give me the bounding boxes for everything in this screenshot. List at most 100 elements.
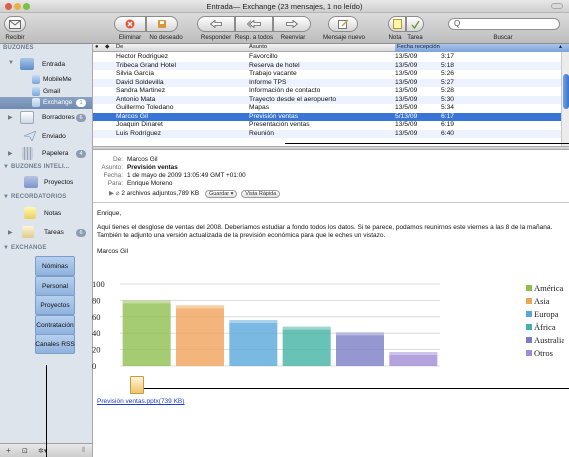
window-title: Entrada— Exchange (23 mensajes, 1 no leí…	[206, 2, 363, 11]
bar-highlight	[282, 326, 331, 330]
message-subject: Mapas	[249, 104, 270, 111]
folder-label-projects[interactable]: Proyectos	[25, 302, 85, 309]
sidebar-item-smart-projects[interactable]: Proyectos	[0, 174, 92, 190]
add-mailbox-button[interactable]: +	[6, 446, 11, 455]
message-row[interactable]: Guillermo Toledano Mapas 13/5/09 5:34	[93, 104, 561, 113]
paperclip-icon: ⌀	[115, 190, 120, 197]
message-row[interactable]: David Soldevilla Informe TPS 13/5/09 5:27	[93, 78, 561, 87]
attachment-column-header[interactable]: ◆	[105, 44, 109, 50]
bar-highlight	[336, 332, 384, 336]
gmail-icon	[32, 87, 40, 96]
delete-button[interactable]	[114, 16, 146, 32]
message-row[interactable]: Luis Rodríguez Reunión 13/5/09 6:40	[93, 129, 561, 138]
message-time: 5:27	[441, 78, 455, 86]
attachment-link[interactable]: Previsión ventas.pptx(739 KB)	[97, 398, 184, 405]
from-column-header[interactable]: De	[116, 44, 123, 50]
compose-icon	[337, 19, 348, 29]
reply-button[interactable]	[197, 16, 235, 32]
message-row[interactable]: Antonio Mata Trayecto desde el aeropuerto…	[93, 95, 561, 104]
message-from: Guillermo Toledano	[116, 104, 174, 111]
exchange-header[interactable]: ▼ EXCHANGE	[3, 245, 47, 251]
header-divider	[93, 202, 569, 203]
save-attachments-button[interactable]: Guardar ▾	[204, 190, 238, 198]
sidebar-item-label: Enviado	[42, 133, 66, 140]
status-column-header[interactable]: ●	[95, 44, 99, 50]
message-list-scrollbar[interactable]	[561, 52, 569, 146]
folder-label-personal[interactable]: Personal	[25, 283, 85, 290]
sidebar-item-label: Entrada	[42, 61, 66, 68]
mailboxes-header[interactable]: BUZONES	[3, 45, 34, 51]
message-time: 5:30	[441, 95, 455, 103]
bar-highlight	[389, 352, 438, 356]
sidebar-item-sent[interactable]: Enviado	[0, 128, 92, 144]
forward-icon	[286, 20, 298, 28]
date-column-header[interactable]: Fecha recepción ▴	[395, 44, 569, 52]
sidebar-item-exchange[interactable]: Exchange 1	[0, 97, 92, 109]
legend-label: Australia	[534, 335, 564, 345]
y-tick-label: 60	[92, 312, 101, 322]
message-row[interactable]: Silvia García Trabajo vacante 13/5/09 5:26	[93, 70, 561, 79]
from-value[interactable]: Marcos Gil	[127, 156, 158, 163]
from-key: De:	[113, 156, 123, 163]
junk-button[interactable]	[146, 16, 178, 32]
resize-handle[interactable]: ⦀	[82, 447, 85, 455]
message-signature: Marcos Gil	[97, 248, 129, 255]
get-mail-button[interactable]	[4, 16, 26, 32]
y-tick-label: 0	[92, 361, 96, 371]
legend-swatch	[526, 298, 532, 304]
trash-count-badge: 4	[76, 150, 86, 158]
disclosure-triangle-icon[interactable]: ▶	[109, 190, 114, 197]
message-date: 13/5/09	[395, 70, 418, 77]
y-tick-label: 20	[92, 345, 101, 355]
scrollbar-thumb[interactable]	[563, 74, 569, 109]
todo-button[interactable]	[406, 16, 424, 32]
subject-column-header[interactable]: Asunto	[249, 44, 267, 50]
search-input[interactable]: Q	[448, 18, 560, 30]
reply-all-button[interactable]	[235, 16, 273, 32]
pptx-file-icon[interactable]	[130, 376, 144, 394]
toolbar-toggle-button[interactable]	[551, 3, 563, 9]
reply-icon	[210, 20, 222, 28]
disclosure-triangle-icon[interactable]: ▶	[8, 150, 13, 157]
message-from: Hector Rodriguez	[116, 53, 169, 60]
new-message-button[interactable]	[328, 16, 358, 32]
notes-icon	[24, 207, 36, 219]
folder-label-payroll[interactable]: Nóminas	[25, 263, 85, 270]
to-value[interactable]: Enrique Moreno	[127, 180, 172, 187]
delete-icon	[125, 19, 135, 29]
message-row[interactable]: Sandra Martinez Información de contacto 13…	[93, 87, 561, 96]
smart-mailboxes-header[interactable]: ▼ BUZONES INTELI...	[3, 164, 69, 170]
message-from: Marcos Gil	[116, 112, 148, 120]
disclosure-triangle-icon[interactable]: ▶	[8, 114, 13, 121]
forward-button[interactable]	[273, 16, 311, 32]
quick-look-button[interactable]: Vista Rápida	[241, 190, 281, 198]
folder-label-rss[interactable]: Canales RSS	[25, 341, 85, 348]
message-time: 6:40	[441, 129, 455, 137]
message-subject: Reserva de hotel	[249, 61, 300, 69]
legend-label: América	[534, 283, 563, 293]
sidebar-item-label: Gmail	[43, 88, 61, 95]
legend-label: África	[534, 322, 556, 332]
sidebar-item-tasks[interactable]: ▶ Tareas 6	[0, 224, 92, 240]
message-date: 13/5/09	[395, 78, 418, 86]
message-row[interactable]: Tribeca Grand Hotel Reserva de hotel 13/5/…	[93, 61, 561, 70]
sidebar-item-inbox[interactable]: ▼ Entrada	[0, 55, 92, 73]
folder-label-recruiting[interactable]: Contratación	[25, 322, 85, 329]
todo-label: Tarea	[407, 34, 423, 41]
forward-label: Reenviar	[280, 34, 306, 41]
sidebar-item-notes[interactable]: Notas	[0, 205, 92, 221]
date-value: 1 de mayo de 2009 13:05:49 GMT +01:00	[127, 172, 246, 179]
message-row[interactable]: Marcos Gil Previsión ventas 5/13/09 6:17	[93, 112, 561, 121]
exchange-icon	[32, 98, 40, 107]
date-key: Fecha:	[103, 172, 123, 179]
message-row[interactable]: Joaquin Dinaret Presentación ventas 13/5/0…	[93, 121, 561, 130]
show-hide-button[interactable]: ⊡	[22, 447, 28, 455]
disclosure-triangle-icon[interactable]: ▶	[8, 229, 13, 236]
sidebar-item-trash[interactable]: ▶ Papelera 4	[0, 145, 92, 162]
note-button[interactable]	[388, 16, 406, 32]
disclosure-triangle-icon[interactable]: ▼	[8, 60, 14, 66]
message-row[interactable]: Hector Rodriguez Favorcillo 13/5/09 3:17	[93, 53, 561, 62]
sidebar-item-drafts[interactable]: ▶ Borradores 6	[0, 109, 92, 126]
reminders-header[interactable]: ▼ RECORDATORIOS	[3, 194, 66, 200]
message-rows: Hector Rodriguez Favorcillo 13/5/09 3:17 Tri…	[93, 53, 561, 138]
